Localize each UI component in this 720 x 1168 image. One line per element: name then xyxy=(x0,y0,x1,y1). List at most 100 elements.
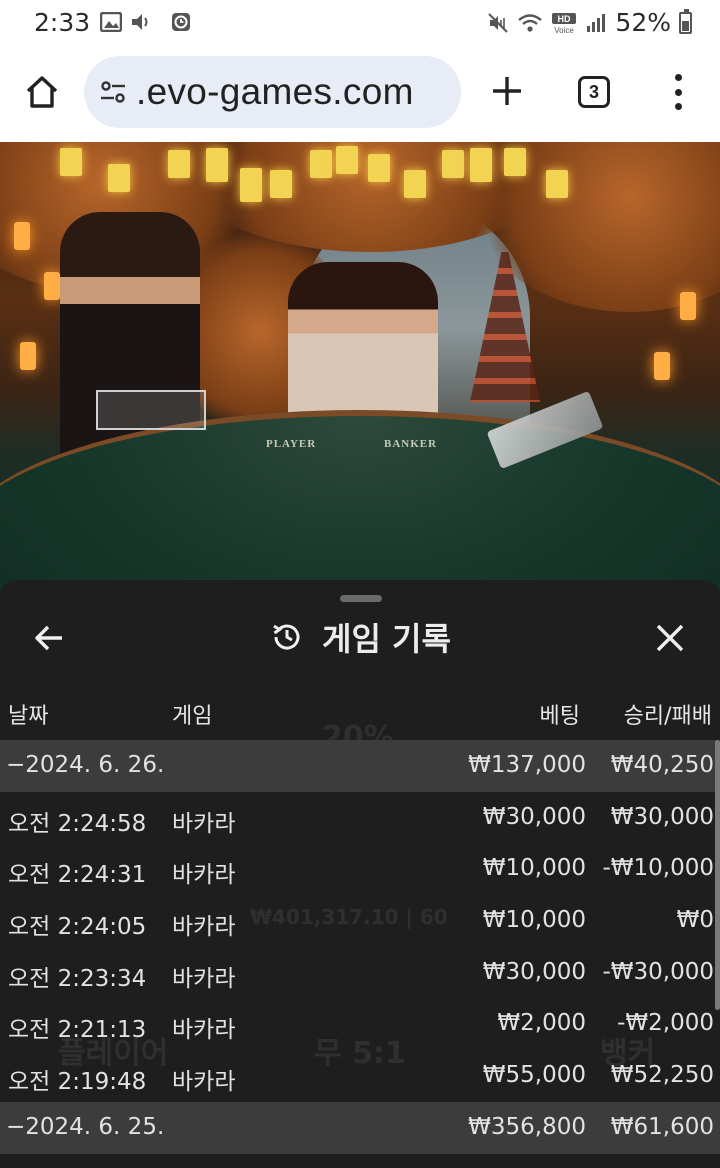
url-text: .evo-games.com xyxy=(136,71,414,112)
address-bar[interactable]: .evo-games.com xyxy=(84,56,461,128)
hanging-lantern xyxy=(442,150,464,178)
history-row[interactable]: 오전 2:23:34 바카라 ₩30,000 -₩30,000 xyxy=(0,947,720,999)
history-icon xyxy=(273,624,300,650)
wall-lamp xyxy=(14,222,30,250)
row-date: −2024. 6. 26. xyxy=(6,752,165,778)
arrow-left-icon xyxy=(35,625,62,651)
wall-lamp xyxy=(44,272,60,300)
wall-lamp xyxy=(20,342,36,370)
history-row[interactable]: 오전 2:21:13 바카라 ₩2,000 -₩2,000 xyxy=(0,998,720,1050)
menu-dot-icon xyxy=(674,88,682,96)
live-video-stream[interactable]: PLAYER BANKER xyxy=(0,142,720,592)
status-bar: 2:33 HD Voice 52% xyxy=(0,0,720,46)
row-game: 바카라 xyxy=(172,1017,236,1044)
hanging-lantern xyxy=(470,148,492,182)
card-discard-box xyxy=(96,390,206,430)
hanging-lantern xyxy=(108,164,130,192)
history-row[interactable]: 오전 2:19:48 바카라 ₩55,000 ₩52,250 xyxy=(0,1050,720,1102)
hanging-lantern xyxy=(404,170,426,198)
row-win-loss: ₩0 xyxy=(676,907,714,934)
row-win-loss: -₩2,000 xyxy=(617,1010,714,1037)
hanging-lantern xyxy=(60,148,82,176)
dealer-center xyxy=(288,262,438,432)
table-label-banker: BANKER xyxy=(384,438,438,450)
row-bet: ₩10,000 xyxy=(482,907,586,934)
row-win-loss: -₩10,000 xyxy=(602,855,714,882)
row-time: 오전 2:24:05 xyxy=(8,914,147,941)
row-win-loss: ₩40,250 xyxy=(610,752,714,778)
hanging-lantern xyxy=(310,150,332,178)
hanging-lantern xyxy=(368,154,390,182)
row-game: 바카라 xyxy=(172,965,236,992)
browser-toolbar: .evo-games.com 3 xyxy=(0,46,720,142)
row-bet: ₩30,000 xyxy=(482,958,586,985)
row-win-loss: ₩52,250 xyxy=(610,1062,714,1089)
hanging-lantern xyxy=(270,170,292,198)
svg-text:Voice: Voice xyxy=(555,26,575,34)
hanging-lantern xyxy=(206,148,228,182)
new-tab-button[interactable] xyxy=(490,74,524,108)
column-header-date: 날짜 xyxy=(8,704,49,729)
row-time: 오전 2:24:58 xyxy=(8,810,147,837)
plus-icon xyxy=(493,77,521,105)
row-game: 바카라 xyxy=(172,862,236,889)
tab-switcher-button[interactable]: 3 xyxy=(578,76,610,108)
close-button[interactable] xyxy=(652,620,688,656)
row-date: −2024. 6. 25. xyxy=(6,1113,165,1140)
close-icon xyxy=(656,624,684,652)
hd-voice-icon: HD Voice xyxy=(551,12,577,34)
history-row[interactable]: 오전 2:24:05 바카라 ₩10,000 ₩0 xyxy=(0,895,720,947)
wifi-icon xyxy=(517,12,543,34)
menu-dot-icon xyxy=(674,74,682,81)
status-time: 2:33 xyxy=(34,8,91,37)
home-icon xyxy=(26,76,58,108)
row-time: 오전 2:23:34 xyxy=(8,965,147,992)
history-row[interactable]: 오전 2:24:31 바카라 ₩10,000 -₩10,000 xyxy=(0,843,720,895)
menu-dot-icon xyxy=(674,103,682,110)
date-group-row[interactable]: −2024. 6. 25. ₩356,800 ₩61,600 xyxy=(0,1101,720,1154)
wall-lamp xyxy=(654,352,670,380)
sheet-header: 게임 기록 xyxy=(0,608,720,666)
row-time: 오전 2:21:13 xyxy=(8,1017,147,1044)
row-bet: ₩356,800 xyxy=(468,1113,586,1140)
gallery-notification-icon xyxy=(100,11,122,33)
row-game: 바카라 xyxy=(172,810,236,837)
sheet-title: 게임 기록 xyxy=(322,620,451,658)
battery-percent: 52% xyxy=(615,8,671,37)
hanging-lantern xyxy=(546,170,568,198)
column-headers: 날짜 게임 베팅 승리/패배 xyxy=(0,692,720,732)
clock-notification-icon xyxy=(170,11,192,33)
column-header-win-loss: 승리/패배 xyxy=(623,704,712,729)
hanging-lantern xyxy=(240,168,262,202)
row-time: 오전 2:19:48 xyxy=(8,1069,147,1096)
row-time: 오전 2:24:31 xyxy=(8,862,147,889)
row-bet: ₩10,000 xyxy=(482,855,586,882)
volume-icon xyxy=(130,11,152,33)
column-header-game: 게임 xyxy=(172,704,213,729)
hanging-lantern xyxy=(168,150,190,178)
site-settings-icon[interactable] xyxy=(98,77,128,107)
column-header-bet: 베팅 xyxy=(539,704,580,729)
row-bet: ₩30,000 xyxy=(482,803,586,830)
row-win-loss: -₩30,000 xyxy=(602,958,714,985)
mute-icon xyxy=(487,12,509,34)
back-button[interactable] xyxy=(32,620,68,656)
sheet-drag-handle[interactable] xyxy=(340,595,382,602)
row-game: 바카라 xyxy=(172,1069,236,1096)
list-scrollbar[interactable] xyxy=(715,740,720,1010)
home-button[interactable] xyxy=(22,72,62,112)
row-bet: ₩137,000 xyxy=(468,752,586,778)
signal-icon xyxy=(585,12,607,34)
row-game: 바카라 xyxy=(172,914,236,941)
row-win-loss: ₩61,600 xyxy=(610,1113,714,1140)
table-label-player: PLAYER xyxy=(266,438,317,450)
browser-menu-button[interactable] xyxy=(664,74,692,110)
history-row[interactable]: 오전 2:24:58 바카라 ₩30,000 ₩30,000 xyxy=(0,792,720,844)
history-list: −2024. 6. 26. ₩137,000 ₩40,250 오전 2:24:5… xyxy=(0,740,720,1154)
hanging-lantern xyxy=(504,148,526,176)
date-group-row[interactable]: −2024. 6. 26. ₩137,000 ₩40,250 xyxy=(0,740,720,792)
hanging-lantern xyxy=(336,146,358,174)
game-history-sheet: 20% ₩401,317.10 | 60 플레이어 무 5:1 뱅커 게임 기록… xyxy=(0,580,720,1168)
battery-icon xyxy=(679,8,692,34)
wall-lamp xyxy=(680,292,696,320)
